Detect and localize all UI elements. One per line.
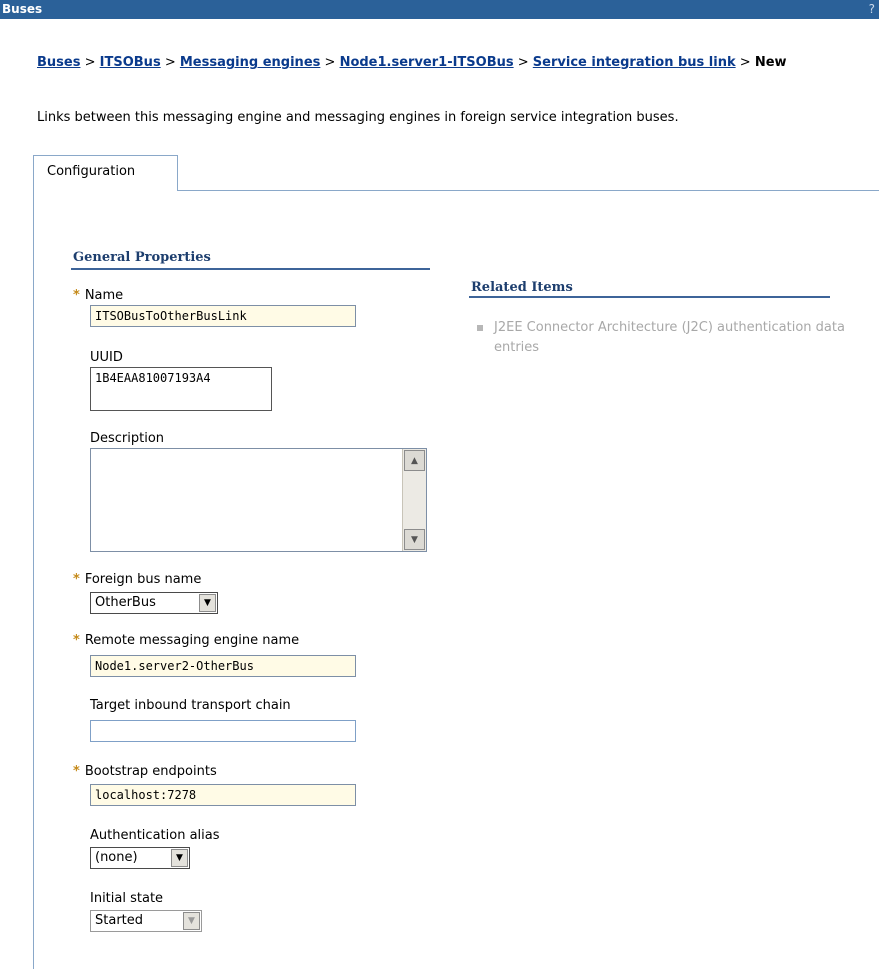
breadcrumb-link-buses[interactable]: Buses	[37, 55, 80, 70]
description-label: Description	[90, 431, 165, 446]
related-item-j2c-text: J2EE Connector Architecture (J2C) authen…	[494, 320, 845, 355]
chevron-down-icon[interactable]: ▼	[183, 912, 200, 930]
general-properties-heading: General Properties	[73, 250, 211, 265]
foreign-bus-label: * Foreign bus name	[73, 572, 201, 587]
window-title: Buses	[2, 2, 43, 16]
help-icon[interactable]: ?	[869, 0, 875, 19]
initial-state-select[interactable]: Started ▼	[90, 910, 202, 932]
remote-engine-label: * Remote messaging engine name	[73, 633, 299, 648]
foreign-bus-select[interactable]: OtherBus ▼	[90, 592, 218, 614]
breadcrumb-link-itsobus[interactable]: ITSOBus	[100, 55, 161, 70]
target-chain-field[interactable]	[90, 720, 356, 742]
window-titlebar: Buses ?	[0, 0, 879, 19]
foreign-bus-value: OtherBus	[95, 595, 156, 610]
uuid-value: 1B4EAA81007193A4	[90, 367, 272, 411]
bootstrap-label-text: Bootstrap endpoints	[84, 764, 217, 779]
required-marker-icon: *	[73, 764, 80, 779]
name-field[interactable]: ITSOBusToOtherBusLink	[90, 305, 356, 327]
tab-configuration[interactable]: Configuration	[33, 155, 178, 191]
description-textarea[interactable]: ▲ ▼	[90, 448, 427, 552]
chevron-down-icon[interactable]: ▼	[171, 849, 188, 867]
related-items-heading: Related Items	[471, 280, 573, 295]
uuid-label: UUID	[90, 350, 123, 365]
general-properties-rule	[71, 268, 430, 270]
related-item-j2c[interactable]: J2EE Connector Architecture (J2C) authen…	[477, 318, 854, 358]
breadcrumb-separator: >	[324, 55, 336, 70]
description-scrollbar[interactable]: ▲ ▼	[402, 449, 426, 551]
breadcrumb-separator: >	[84, 55, 96, 70]
initial-state-label: Initial state	[90, 891, 164, 906]
tab-label: Configuration	[47, 164, 136, 179]
breadcrumb-separator: >	[739, 55, 751, 70]
auth-alias-label: Authentication alias	[90, 828, 220, 843]
bootstrap-field[interactable]: localhost:7278	[90, 784, 356, 806]
breadcrumb-separator: >	[164, 55, 176, 70]
foreign-bus-label-text: Foreign bus name	[84, 572, 202, 587]
remote-engine-label-text: Remote messaging engine name	[84, 633, 300, 648]
scroll-down-icon[interactable]: ▼	[404, 529, 425, 550]
required-marker-icon: *	[73, 633, 80, 648]
page-description: Links between this messaging engine and …	[37, 110, 679, 125]
breadcrumb-current: New	[754, 55, 787, 70]
remote-engine-field[interactable]: Node1.server2-OtherBus	[90, 655, 356, 677]
breadcrumb-link-sib-link[interactable]: Service integration bus link	[533, 55, 736, 70]
breadcrumb-link-messaging-engines[interactable]: Messaging engines	[180, 55, 321, 70]
breadcrumb: Buses > ITSOBus > Messaging engines > No…	[37, 54, 872, 72]
name-label-text: Name	[84, 288, 124, 303]
auth-alias-select[interactable]: (none) ▼	[90, 847, 190, 869]
required-marker-icon: *	[73, 572, 80, 587]
bullet-icon	[477, 325, 483, 331]
target-chain-label: Target inbound transport chain	[90, 698, 291, 713]
scroll-up-icon[interactable]: ▲	[404, 450, 425, 471]
related-items-rule	[469, 296, 830, 298]
auth-alias-value: (none)	[95, 850, 138, 865]
chevron-down-icon[interactable]: ▼	[199, 594, 216, 612]
required-marker-icon: *	[73, 288, 80, 303]
breadcrumb-link-engine[interactable]: Node1.server1-ITSOBus	[340, 55, 514, 70]
initial-state-value: Started	[95, 913, 144, 928]
name-label: * Name	[73, 288, 123, 303]
breadcrumb-separator: >	[517, 55, 529, 70]
bootstrap-label: * Bootstrap endpoints	[73, 764, 217, 779]
